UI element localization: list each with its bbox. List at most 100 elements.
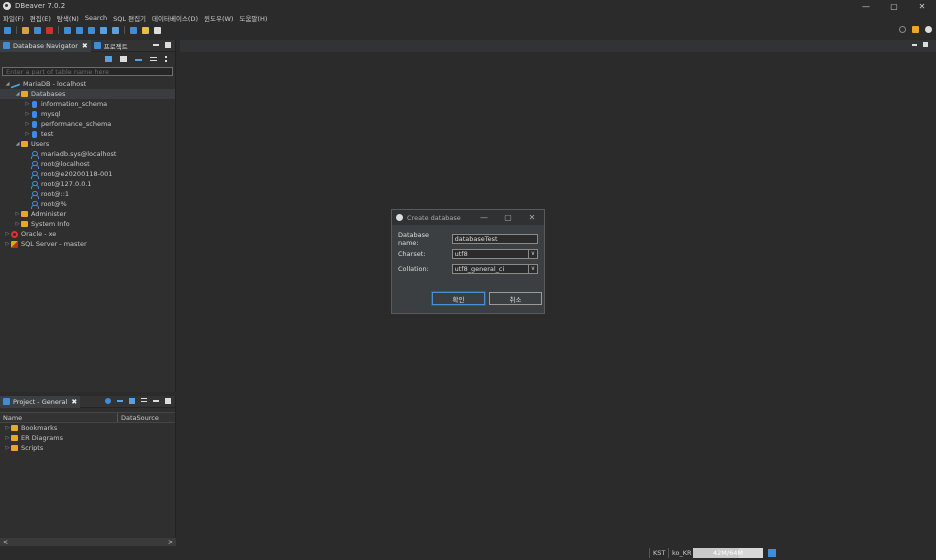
close-tab-icon[interactable]: ✖ xyxy=(82,42,88,50)
new-connection-icon[interactable] xyxy=(4,26,11,34)
tree-node[interactable]: ◢ Users xyxy=(0,139,175,149)
expand-arrow-icon[interactable]: ▷ xyxy=(4,231,11,237)
brush-icon[interactable] xyxy=(142,26,149,34)
tree-node[interactable]: root@% xyxy=(0,199,175,209)
tree-node[interactable]: mariadb.sys@localhost xyxy=(0,149,175,159)
dbeaver-perspective-icon[interactable] xyxy=(925,26,932,33)
maximize-panel-icon[interactable] xyxy=(165,42,171,48)
menu-window[interactable]: 윈도우(W) xyxy=(204,13,233,23)
expand-arrow-icon[interactable]: ◢ xyxy=(4,81,11,87)
view-menu-icon[interactable] xyxy=(165,56,167,62)
scroll-left-button[interactable]: < xyxy=(3,539,8,546)
tree-node[interactable]: ▷ mysql xyxy=(0,109,175,119)
collapse-all-icon[interactable] xyxy=(135,57,142,61)
garbage-collect-icon[interactable] xyxy=(768,549,776,557)
sql-editor-icon[interactable] xyxy=(100,26,107,34)
projects-icon xyxy=(93,42,101,49)
expand-arrow-icon[interactable]: ▷ xyxy=(4,425,11,431)
maximize-button[interactable]: ▢ xyxy=(880,0,908,12)
menu-navigate[interactable]: 탐색(N) xyxy=(57,13,79,23)
expand-arrow-icon[interactable]: ▷ xyxy=(24,121,31,127)
tree-node[interactable]: ▷ test xyxy=(0,129,175,139)
collation-select[interactable]: utf8_general_ci ∨ xyxy=(451,264,538,274)
perspective-icon[interactable] xyxy=(912,26,919,33)
expand-arrow-icon[interactable]: ▷ xyxy=(24,111,31,117)
arrow-left-icon[interactable] xyxy=(154,26,161,34)
configure-icon[interactable] xyxy=(105,398,111,404)
memory-usage-bar[interactable]: 42M/64M xyxy=(693,548,763,558)
menu-search[interactable]: Search xyxy=(85,14,107,22)
tree-node[interactable]: ▷ Oracle - xe xyxy=(0,229,175,239)
tree-node[interactable]: ▷ SQL Server - master xyxy=(0,239,175,249)
expand-arrow-icon[interactable]: ▷ xyxy=(4,241,11,247)
minimize-panel-icon[interactable] xyxy=(153,42,159,46)
tree-node[interactable]: root@127.0.0.1 xyxy=(0,179,175,189)
maximize-editor-icon[interactable] xyxy=(923,42,928,47)
stop-icon[interactable] xyxy=(46,26,53,34)
panel-controls xyxy=(105,398,171,404)
collapse-all-icon[interactable] xyxy=(117,398,123,402)
transaction-mode-icon[interactable] xyxy=(88,26,95,34)
maximize-panel-icon[interactable] xyxy=(165,398,171,404)
menu-edit[interactable]: 편집(E) xyxy=(30,13,51,23)
expand-arrow-icon[interactable]: ▷ xyxy=(14,221,21,227)
minimize-panel-icon[interactable] xyxy=(153,398,159,402)
disconnect-icon[interactable] xyxy=(34,26,41,34)
link-icon[interactable] xyxy=(129,398,135,404)
project-tree-node[interactable]: ▷ ER Diagrams xyxy=(0,433,175,443)
tree-node[interactable]: root@e20200118-001 xyxy=(0,169,175,179)
tree-node[interactable]: root@::1 xyxy=(0,189,175,199)
database-name-input[interactable] xyxy=(451,234,538,244)
tree-node[interactable]: ◢ Databases xyxy=(0,89,175,99)
link-editor-icon[interactable] xyxy=(150,57,157,61)
dialog-minimize-button[interactable]: — xyxy=(472,210,496,225)
cancel-button[interactable]: 취소 xyxy=(489,292,542,305)
tree-node[interactable]: ◢ MariaDB - localhost xyxy=(0,79,175,89)
database-icon[interactable] xyxy=(112,26,119,34)
menu-sql-editor[interactable]: SQL 편집기 xyxy=(113,13,146,23)
tree-node[interactable]: ▷ performance_schema xyxy=(0,119,175,129)
tab-project-general[interactable]: Project - General ✖ xyxy=(0,395,81,408)
tab-database-navigator[interactable]: Database Navigator ✖ xyxy=(0,39,91,52)
expand-arrow-icon[interactable]: ▷ xyxy=(24,101,31,107)
new-connection-icon[interactable] xyxy=(105,56,112,62)
tree-node[interactable]: ▷ System Info xyxy=(0,219,175,229)
dialog-maximize-button[interactable]: ▢ xyxy=(496,210,520,225)
expand-arrow-icon[interactable]: ▷ xyxy=(24,131,31,137)
tab-projects[interactable]: 프로젝트 xyxy=(91,40,131,52)
horizontal-scrollbar[interactable]: < > xyxy=(0,538,176,546)
close-window-button[interactable]: ✕ xyxy=(908,0,936,12)
ok-button[interactable]: 확인 xyxy=(431,291,486,306)
dialog-close-button[interactable]: ✕ xyxy=(520,210,544,225)
link-editor-icon[interactable] xyxy=(141,398,147,402)
table-filter-input[interactable]: Enter a part of table name here xyxy=(2,67,173,76)
close-tab-icon[interactable]: ✖ xyxy=(71,398,77,406)
column-datasource[interactable]: DataSource xyxy=(118,413,159,422)
schema-icon[interactable] xyxy=(130,26,137,34)
expand-arrow-icon[interactable]: ▷ xyxy=(4,435,11,441)
search-icon[interactable] xyxy=(899,26,906,33)
expand-arrow-icon[interactable]: ◢ xyxy=(14,141,21,147)
new-folder-icon[interactable] xyxy=(120,56,127,62)
rollback-icon[interactable] xyxy=(76,26,83,34)
menu-file[interactable]: 파일(F) xyxy=(3,13,24,23)
connect-icon[interactable] xyxy=(22,26,29,34)
expand-arrow-icon[interactable]: ▷ xyxy=(4,445,11,451)
commit-icon[interactable] xyxy=(64,26,71,34)
column-name[interactable]: Name xyxy=(0,413,118,422)
charset-select[interactable]: utf8 ∨ xyxy=(451,249,538,259)
project-tree-node[interactable]: ▷ Bookmarks xyxy=(0,423,175,433)
expand-arrow-icon[interactable]: ◢ xyxy=(14,91,21,97)
scroll-right-button[interactable]: > xyxy=(168,539,173,546)
menu-database[interactable]: 데이터베이스(D) xyxy=(152,13,198,23)
project-tree-node[interactable]: ▷ Scripts xyxy=(0,443,175,453)
menu-help[interactable]: 도움말(H) xyxy=(239,13,267,23)
expand-arrow-icon[interactable]: ▷ xyxy=(14,211,21,217)
chevron-down-icon[interactable]: ∨ xyxy=(528,250,537,258)
tree-node[interactable]: root@localhost xyxy=(0,159,175,169)
minimize-editor-icon[interactable] xyxy=(912,42,917,46)
minimize-button[interactable]: — xyxy=(852,0,880,12)
tree-node[interactable]: ▷ information_schema xyxy=(0,99,175,109)
chevron-down-icon[interactable]: ∨ xyxy=(528,265,537,273)
tree-node[interactable]: ▷ Administer xyxy=(0,209,175,219)
